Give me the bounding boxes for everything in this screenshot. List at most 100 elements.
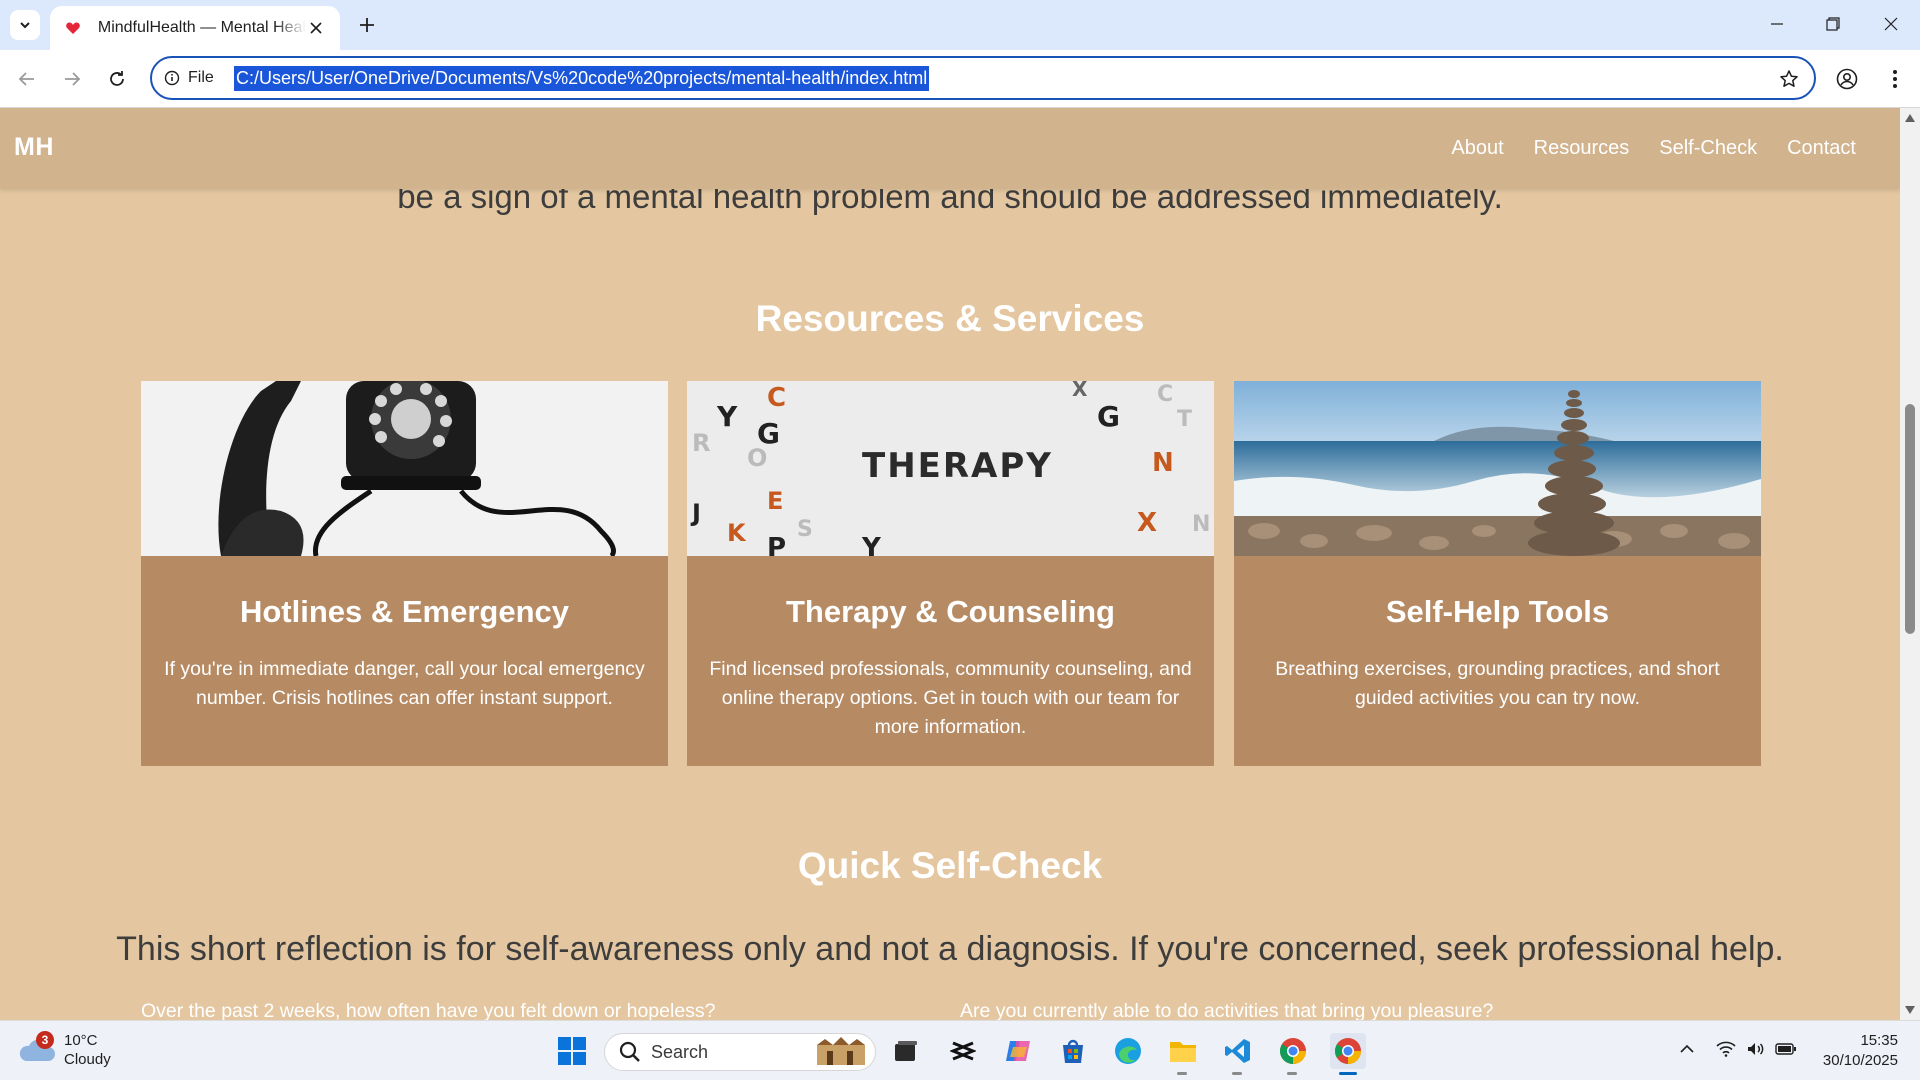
task-view-icon[interactable] [888, 1033, 924, 1069]
weather-alert-badge: 3 [36, 1031, 54, 1049]
file-explorer-icon[interactable] [1165, 1033, 1201, 1075]
site-info-label: File [188, 69, 214, 86]
address-bar[interactable]: File C:/Users/User/OneDrive/Documents/Vs… [150, 56, 1816, 100]
site-nav: About Resources Self-Check Contact [1451, 137, 1856, 160]
nav-link-contact[interactable]: Contact [1787, 137, 1856, 160]
profile-icon[interactable] [1832, 64, 1862, 94]
scroll-down-icon[interactable] [1904, 1004, 1916, 1016]
nav-link-about[interactable]: About [1451, 137, 1503, 160]
heart-icon [64, 19, 82, 37]
clock-date: 30/10/2025 [1822, 1052, 1898, 1069]
page-scrollbar[interactable] [1900, 108, 1920, 1020]
chevron-up-icon[interactable] [1675, 1037, 1699, 1061]
arrow-right-icon [65, 72, 81, 86]
svg-text:R: R [692, 429, 710, 457]
chrome-icon[interactable] [1275, 1033, 1311, 1075]
scrollbar-thumb[interactable] [1905, 404, 1915, 634]
system-clock[interactable]: 15:35 30/10/2025 [1823, 1031, 1898, 1071]
resource-card-therapy: THERAPY C Y G O R J K E P S Y G C T N X [687, 381, 1214, 766]
svg-text:T: T [1177, 407, 1192, 432]
chevron-down-icon [20, 22, 30, 29]
weather-condition: Cloudy [64, 1051, 111, 1068]
battery-icon[interactable] [1774, 1037, 1798, 1061]
svg-text:Y: Y [716, 400, 738, 433]
nav-link-self-check[interactable]: Self-Check [1659, 137, 1757, 160]
scroll-up-icon[interactable] [1904, 112, 1916, 124]
selfcheck-section-title: Quick Self-Check [797, 845, 1103, 886]
volume-icon[interactable] [1744, 1037, 1768, 1061]
svg-text:S: S [797, 517, 813, 542]
tab-search-button[interactable] [10, 10, 40, 40]
browser-tab-active[interactable]: MindfulHealth — Mental Health [50, 6, 340, 50]
card-text: If you're in immediate danger, call your… [164, 658, 645, 709]
therapy-word: THERAPY [862, 446, 1053, 486]
resources-section-title: Resources & Services [755, 298, 1145, 339]
back-button[interactable] [12, 64, 42, 94]
active-indicator [1339, 1072, 1357, 1075]
running-indicator [1177, 1072, 1187, 1075]
info-icon [164, 70, 180, 86]
close-window-button[interactable] [1866, 4, 1916, 44]
selfcheck-intro: This short reflection is for self-awaren… [116, 930, 1784, 968]
url-text[interactable]: C:/Users/User/OneDrive/Documents/Vs%20co… [234, 65, 930, 91]
wifi-icon[interactable] [1714, 1037, 1738, 1061]
minimize-icon [1771, 23, 1783, 25]
plus-icon [360, 18, 374, 32]
minimize-button[interactable] [1752, 4, 1802, 44]
reload-button[interactable] [102, 64, 132, 94]
tab-title: MindfulHealth — Mental Health [97, 19, 307, 36]
chrome-active-icon[interactable] [1330, 1033, 1366, 1075]
svg-text:X: X [1137, 508, 1157, 538]
search-icon [619, 1041, 640, 1062]
taskbar-search[interactable]: Search [604, 1033, 876, 1071]
temperature: 10°C [64, 1032, 98, 1049]
rotary-telephone-photo [141, 381, 668, 556]
arrow-left-icon [18, 72, 34, 86]
site-header: MH About Resources Self-Check Contact [0, 108, 1900, 189]
bookmark-star-icon[interactable] [1778, 68, 1800, 90]
forward-button[interactable] [57, 64, 87, 94]
taskbar: 3 10°C Cloudy Search 15:35 30/10/2025 [0, 1020, 1920, 1080]
svg-text:X: X [1072, 381, 1088, 401]
page-viewport: be a sign of a mental health problem and… [0, 108, 1900, 1020]
card-text: Find licensed professionals, community c… [709, 658, 1192, 738]
browser-toolbar: File C:/Users/User/OneDrive/Documents/Vs… [0, 50, 1920, 108]
svg-text:K: K [727, 519, 747, 547]
clock-time: 15:35 [1860, 1032, 1898, 1049]
microsoft-store-icon[interactable] [1055, 1033, 1091, 1069]
capcut-icon[interactable] [945, 1033, 981, 1069]
card-title: Therapy & Counseling [786, 594, 1115, 629]
new-tab-button[interactable] [352, 10, 382, 40]
svg-text:Y: Y [861, 533, 882, 556]
windows-start-icon[interactable] [554, 1033, 590, 1069]
copilot-icon[interactable] [1000, 1033, 1036, 1069]
site-info-button[interactable]: File [152, 69, 234, 87]
close-icon [1884, 17, 1898, 31]
selfcheck-question-2: Are you currently able to do activities … [960, 1000, 1494, 1020]
svg-text:J: J [690, 499, 701, 527]
browser-tabstrip: MindfulHealth — Mental Health [0, 0, 1920, 50]
resource-card-self-help: Self-Help Tools Breathing exercises, gro… [1234, 381, 1761, 766]
svg-text:C: C [1157, 382, 1173, 407]
selfcheck-question-1: Over the past 2 weeks, how often have yo… [141, 1000, 716, 1020]
reload-icon [110, 71, 124, 86]
svg-text:P: P [767, 533, 786, 556]
vscode-icon[interactable] [1220, 1033, 1256, 1075]
therapy-letters-photo: THERAPY C Y G O R J K E P S Y G C T N X [687, 381, 1214, 556]
resource-card-hotlines: Hotlines & Emergency If you're in immedi… [141, 381, 668, 766]
close-tab-icon[interactable] [306, 18, 326, 38]
edge-icon[interactable] [1110, 1033, 1146, 1069]
card-title: Hotlines & Emergency [239, 594, 570, 629]
stacked-stones-beach-photo [1234, 381, 1761, 556]
svg-text:O: O [747, 444, 767, 472]
svg-text:N: N [1152, 448, 1174, 478]
weather-widget[interactable]: 3 10°C Cloudy [18, 1031, 111, 1069]
browser-menu-icon[interactable] [1880, 64, 1910, 94]
nav-link-resources[interactable]: Resources [1534, 137, 1630, 160]
search-label: Search [651, 1041, 709, 1062]
restore-button[interactable] [1808, 4, 1858, 44]
running-indicator [1287, 1072, 1297, 1075]
site-logo[interactable]: MH [14, 133, 54, 162]
weather-text: 10°C Cloudy [64, 1031, 111, 1069]
svg-text:E: E [767, 487, 783, 515]
